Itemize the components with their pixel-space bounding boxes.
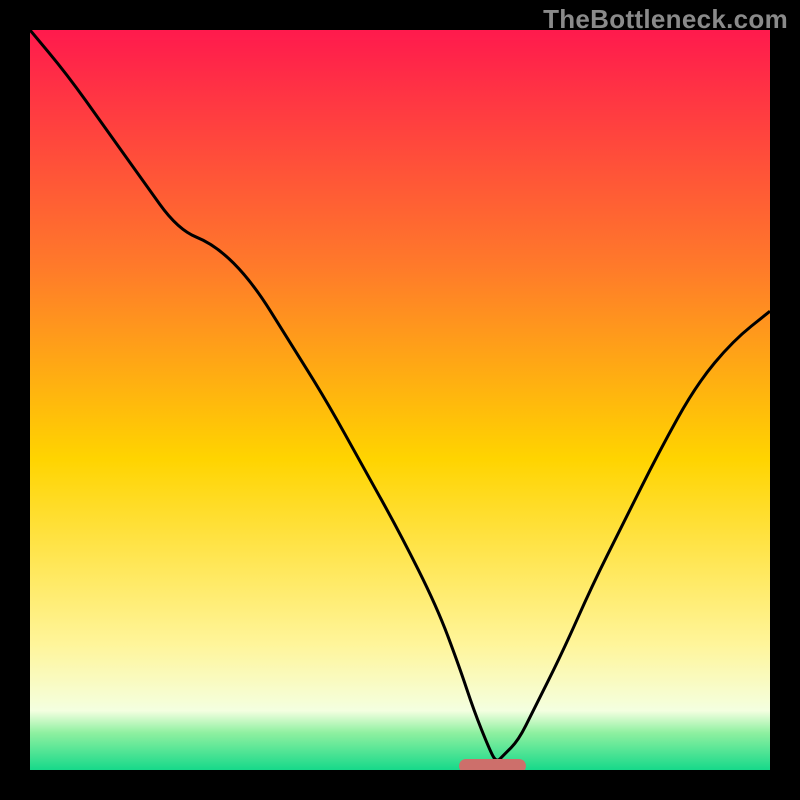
curve-layer: [30, 30, 770, 770]
optimum-marker: [459, 759, 526, 770]
chart-stage: TheBottleneck.com: [0, 0, 800, 800]
bottleneck-curve: [30, 30, 770, 760]
plot-area: [30, 30, 770, 770]
